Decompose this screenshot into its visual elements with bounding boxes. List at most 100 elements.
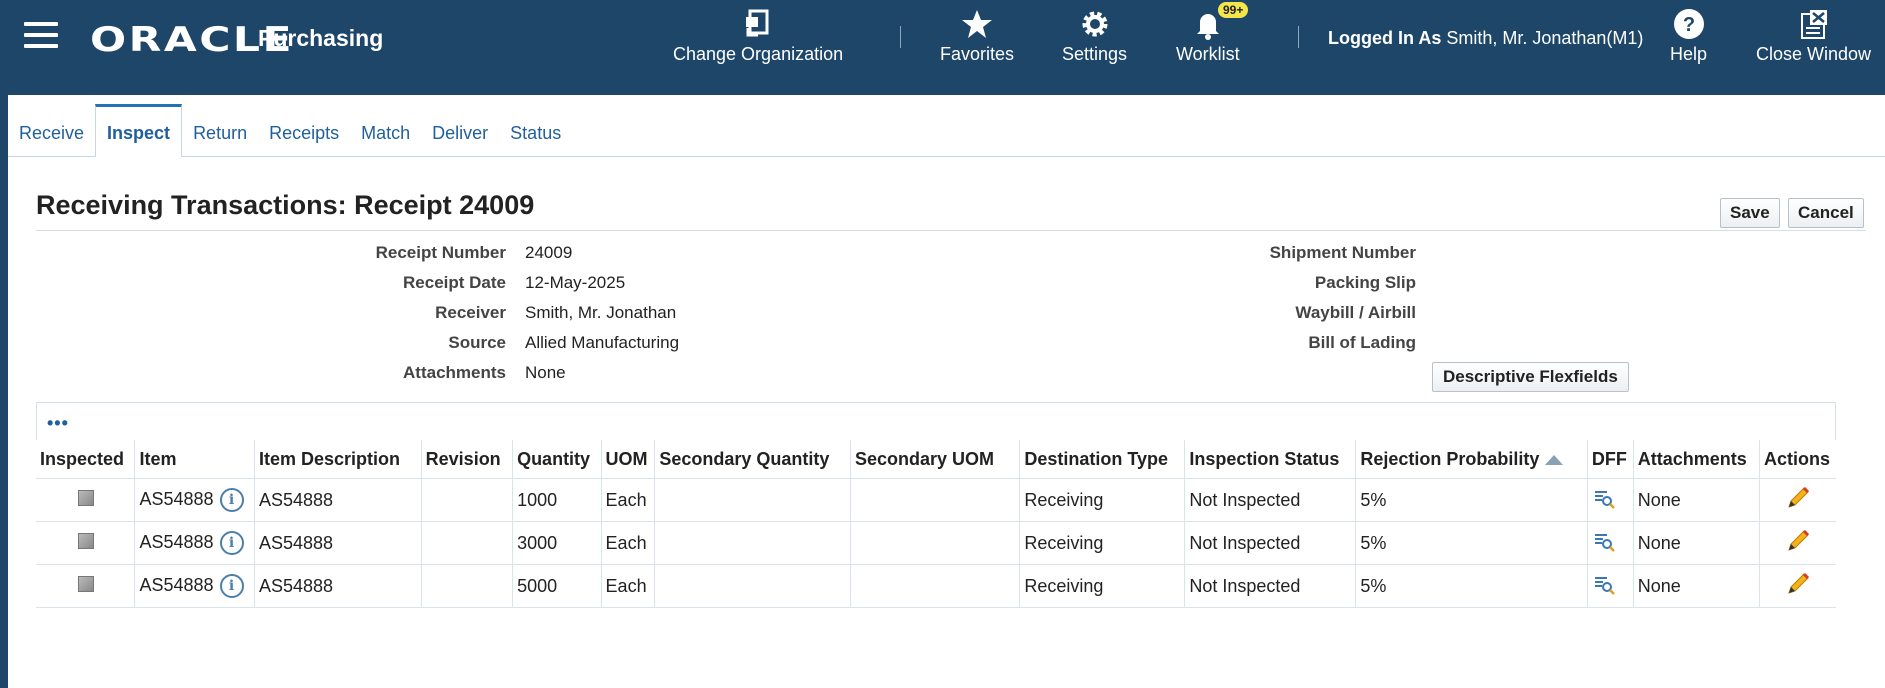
pencil-icon[interactable]: [1785, 485, 1811, 511]
secondary-quantity-cell: [654, 521, 852, 565]
tab-status[interactable]: Status: [499, 104, 572, 154]
column-header: Item Description: [254, 440, 422, 479]
item-value: AS54888: [139, 488, 214, 509]
cancel-button[interactable]: Cancel: [1788, 198, 1864, 228]
item-cell: AS54888 i: [134, 564, 255, 608]
receipt-number-label: Receipt Number: [375, 243, 506, 262]
save-button[interactable]: Save: [1720, 198, 1780, 228]
pencil-icon[interactable]: [1785, 571, 1811, 597]
favorites-label: Favorites: [940, 44, 1015, 64]
change-organization-label: Change Organization: [673, 44, 844, 64]
receipt-date-value: 12-May-2025: [525, 273, 626, 292]
uom-cell: Each: [601, 478, 656, 522]
info-icon[interactable]: i: [219, 531, 244, 555]
actions-cell: [1759, 564, 1836, 608]
waybill-airbill-label: Waybill / Airbill: [1295, 303, 1416, 322]
table-row: AS54888 i AS54888 5000 Each Receiving Not…: [36, 564, 1836, 608]
sort-ascending-icon[interactable]: [1545, 454, 1564, 465]
tab-return[interactable]: Return: [182, 104, 258, 154]
inspection-status-cell: Not Inspected: [1184, 478, 1357, 522]
logged-in-label: Logged In As: [1328, 28, 1442, 48]
logged-in-info: Logged In As Smith, Mr. Jonathan(M1): [1328, 28, 1643, 49]
attachments-cell: None: [1633, 564, 1761, 608]
column-header: Secondary UOM: [850, 440, 1021, 479]
column-header: DFF: [1587, 440, 1634, 479]
rejection-probability-header[interactable]: Rejection Probability: [1355, 440, 1588, 479]
tab-receive[interactable]: Receive: [8, 104, 95, 154]
tab-receipts[interactable]: Receipts: [258, 104, 350, 154]
close-window-icon: [1800, 10, 1827, 39]
attachments-cell: None: [1633, 521, 1761, 565]
info-icon[interactable]: i: [219, 574, 244, 598]
tab-deliver[interactable]: Deliver: [421, 104, 499, 154]
tab-match[interactable]: Match: [350, 104, 421, 154]
global-header: ORACLE Purchasing Change Organization Fa…: [0, 0, 1885, 95]
column-header: Revision: [421, 440, 514, 479]
svg-text:?: ?: [1682, 14, 1694, 36]
bill-of-lading-label: Bill of Lading: [1308, 333, 1416, 352]
source-value: Allied Manufacturing: [525, 333, 680, 352]
destination-type-cell: Receiving: [1019, 478, 1186, 522]
dff-search-icon[interactable]: [1592, 487, 1616, 509]
column-header: Item: [134, 440, 255, 479]
uom-cell: Each: [601, 564, 656, 608]
secondary-quantity-cell: [654, 478, 852, 522]
dff-cell: [1587, 564, 1634, 608]
help-icon: ?: [1673, 9, 1704, 39]
menu-icon[interactable]: [24, 22, 58, 48]
table-row: AS54888 i AS54888 1000 Each Receiving Not…: [36, 478, 1836, 522]
header-separator: [900, 26, 901, 48]
inspected-cell: [36, 478, 136, 522]
uom-cell: Each: [601, 521, 656, 565]
help-button[interactable]: ? Help: [1670, 8, 1707, 65]
quantity-cell: 1000: [512, 478, 602, 522]
rejection-probability-cell: 5%: [1355, 521, 1588, 565]
tab-inspect[interactable]: Inspect: [95, 104, 183, 157]
table-toolbar: •••: [36, 402, 1836, 440]
attachments-value: None: [525, 363, 566, 382]
favorites-button[interactable]: Favorites: [940, 8, 1014, 65]
more-actions-icon[interactable]: •••: [47, 413, 69, 434]
descriptive-flexfields-button[interactable]: Descriptive Flexfields: [1432, 362, 1629, 392]
pencil-icon[interactable]: [1785, 528, 1811, 554]
inspected-checkbox[interactable]: [78, 489, 94, 506]
dff-search-icon[interactable]: [1592, 573, 1616, 595]
actions-cell: [1759, 521, 1836, 565]
info-icon[interactable]: i: [219, 488, 244, 512]
left-border: [0, 0, 8, 688]
column-header: Attachments: [1633, 440, 1761, 479]
destination-type-cell: Receiving: [1019, 564, 1186, 608]
title-divider: [36, 230, 1866, 231]
worklist-label: Worklist: [1176, 44, 1240, 64]
change-organization-button[interactable]: Change Organization: [673, 8, 843, 65]
dff-cell: [1587, 478, 1634, 522]
secondary-uom-cell: [850, 564, 1021, 608]
close-window-button[interactable]: Close Window: [1756, 8, 1871, 65]
attachments-cell: None: [1633, 478, 1761, 522]
description-cell: AS54888: [254, 478, 422, 522]
close-window-label: Close Window: [1756, 44, 1872, 64]
settings-button[interactable]: Settings: [1062, 8, 1127, 65]
column-header: Inspected: [36, 440, 136, 479]
logged-in-user: Smith, Mr. Jonathan(M1): [1446, 28, 1644, 48]
column-header: Quantity: [512, 440, 602, 479]
inspected-checkbox[interactable]: [78, 532, 94, 549]
destination-type-cell: Receiving: [1019, 521, 1186, 565]
quantity-cell: 3000: [512, 521, 602, 565]
actions-cell: [1759, 478, 1836, 522]
page-title: Receiving Transactions: Receipt 24009: [36, 190, 535, 220]
dff-cell: [1587, 521, 1634, 565]
attachments-label: Attachments: [403, 363, 506, 382]
item-value: AS54888: [139, 574, 214, 595]
inspected-checkbox[interactable]: [78, 575, 94, 592]
shipment-number-label: Shipment Number: [1269, 243, 1416, 262]
column-header: Inspection Status: [1184, 440, 1357, 479]
column-header: Secondary Quantity: [654, 440, 852, 479]
change-organization-icon: [746, 9, 769, 37]
rejection-probability-cell: 5%: [1355, 564, 1588, 608]
dff-search-icon[interactable]: [1592, 530, 1616, 552]
inspection-status-cell: Not Inspected: [1184, 564, 1357, 608]
source-label: Source: [448, 333, 506, 352]
rejection-probability-cell: 5%: [1355, 478, 1588, 522]
column-header-label: Rejection Probability: [1360, 448, 1540, 469]
